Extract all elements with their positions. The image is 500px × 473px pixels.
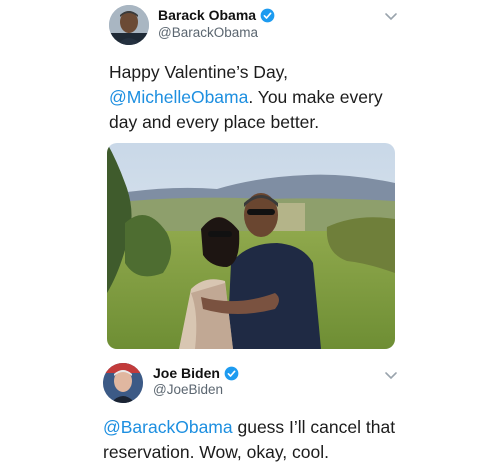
tweet-photo[interactable] — [107, 143, 395, 349]
chevron-down-icon[interactable] — [384, 368, 398, 386]
mention-barackobama[interactable]: @BarackObama — [103, 417, 233, 437]
avatar-biden[interactable] — [103, 363, 143, 403]
display-name-obama[interactable]: Barack Obama — [158, 7, 256, 23]
handle-biden[interactable]: @JoeBiden — [153, 382, 223, 397]
tweet-text-biden: @BarackObama guess I’ll cancel that rese… — [103, 415, 403, 465]
tweet-text-obama: Happy Valentine’s Day, @MichelleObama. Y… — [109, 60, 409, 135]
mention-michelleobama[interactable]: @MichelleObama — [109, 87, 248, 107]
chevron-down-icon[interactable] — [384, 9, 398, 27]
handle-obama[interactable]: @BarackObama — [158, 25, 258, 40]
avatar-obama-image — [109, 5, 149, 45]
display-name-biden[interactable]: Joe Biden — [153, 365, 220, 381]
avatar-biden-image — [103, 363, 143, 403]
photo-couple-image — [107, 143, 395, 349]
verified-badge-icon — [224, 366, 239, 381]
verified-badge-icon — [260, 8, 275, 23]
tweet-text-intro: Happy Valentine’s Day, — [109, 62, 288, 82]
avatar-obama[interactable] — [109, 5, 149, 45]
